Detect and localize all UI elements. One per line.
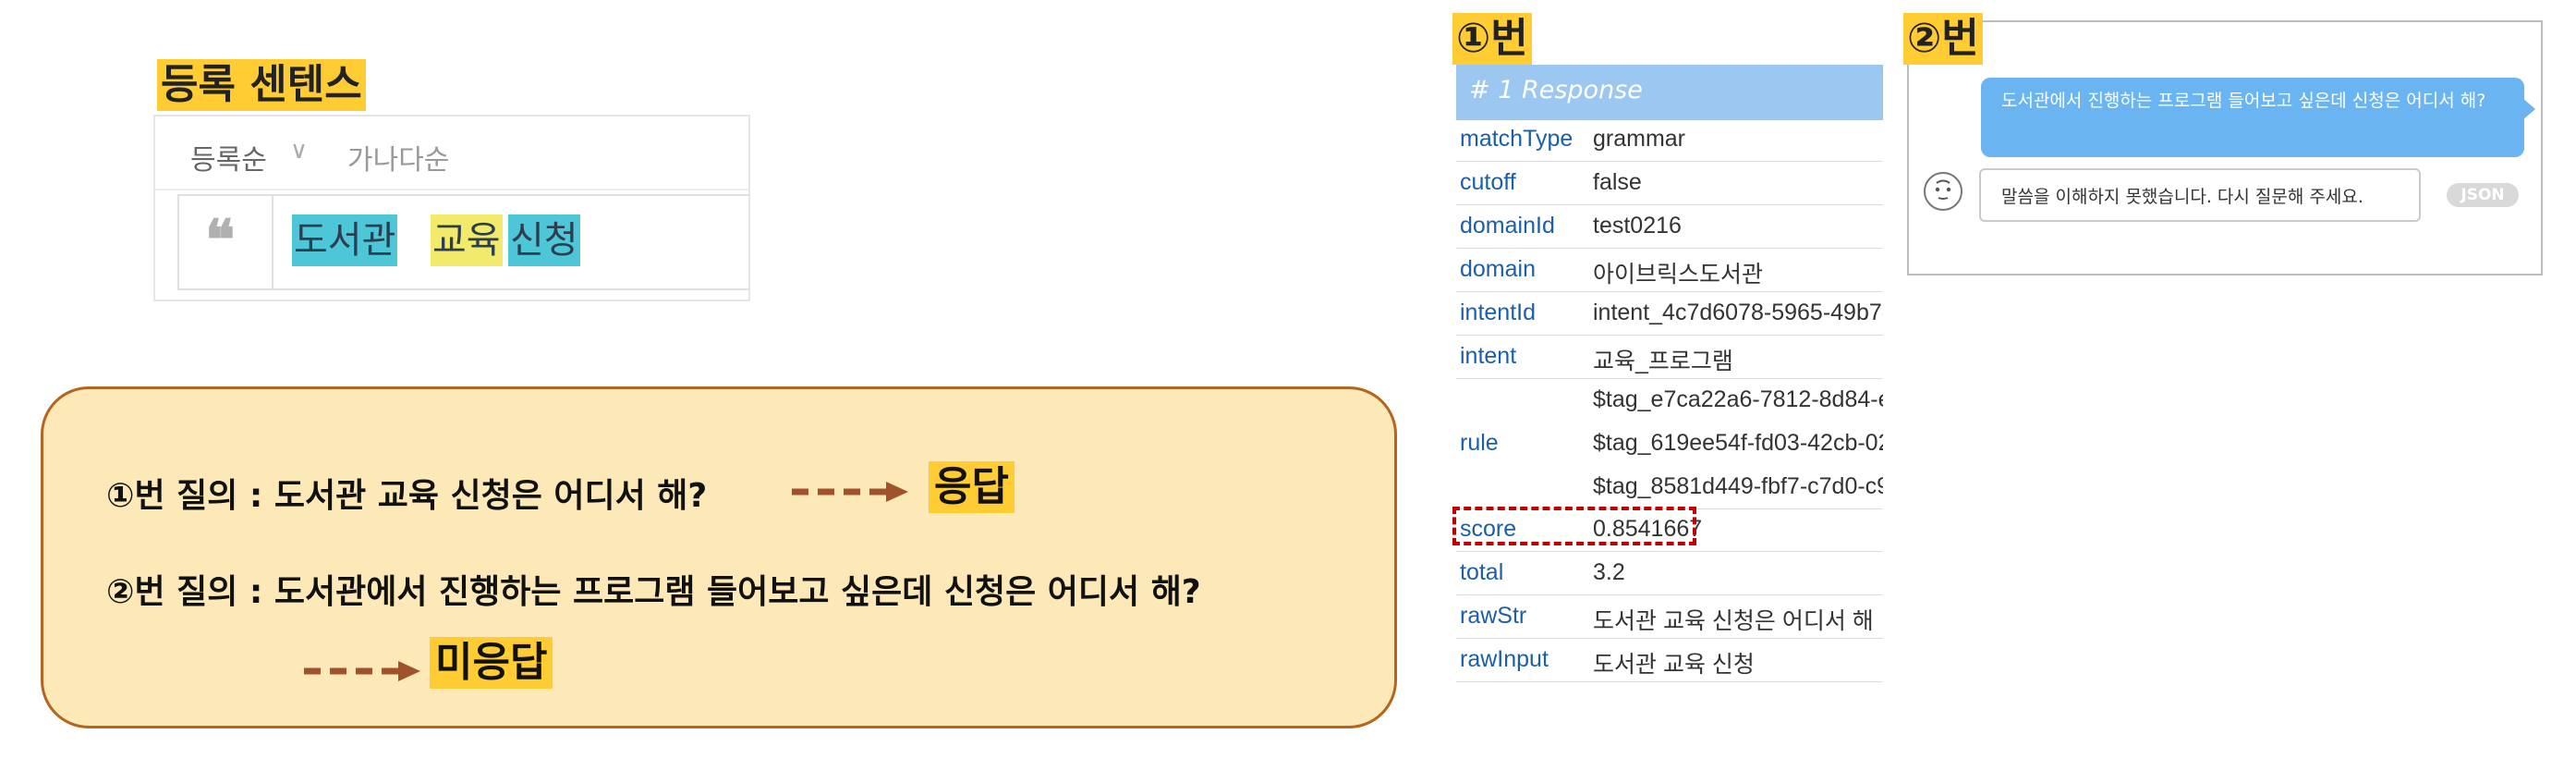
- response-value: intent_4c7d6078-5965-49b7-adb1: [1593, 300, 1883, 325]
- response-key: intent: [1460, 343, 1517, 369]
- sort-registered-option[interactable]: 등록순: [190, 137, 267, 177]
- response-value: 교육_프로그램: [1593, 349, 1733, 374]
- response-value: false: [1593, 169, 1642, 195]
- entity-chip: 신청: [508, 214, 580, 266]
- response-value: $tag_8581d449-fbf7-c7d0-c9ca-1(: [1593, 473, 1883, 499]
- quote-cell: ❝: [179, 196, 273, 288]
- response-key: intentId: [1460, 300, 1537, 325]
- bot-message-bubble: 말씀을 이해하지 못했습니다. 다시 질문해 주세요.: [1979, 168, 2421, 222]
- response-value: 3.2: [1593, 559, 1625, 585]
- response-value: 도서관 교육 신청은 어디서 해: [1593, 608, 1874, 634]
- response-key: total: [1460, 559, 1504, 585]
- response-value: 아이브릭스도서관: [1593, 262, 1764, 288]
- response-key: matchType: [1460, 126, 1574, 152]
- query-2-text: ②번 질의 : 도서관에서 진행하는 프로그램 들어보고 싶은데 신청은 어디서…: [106, 573, 1201, 611]
- sentence-row[interactable]: ❝ 도서관 교육 신청: [177, 194, 750, 290]
- registered-sentence-title: 등록 센텐스: [157, 59, 366, 111]
- response-header: # 1 Response: [1456, 65, 1883, 120]
- entity-chip: 교육: [431, 214, 503, 266]
- bot-avatar-icon: [1924, 172, 1962, 211]
- dashed-arrow-icon: [304, 661, 420, 681]
- response-key: domainId: [1460, 213, 1555, 239]
- response-title: # 1 Response: [1469, 76, 1643, 104]
- chevron-down-icon[interactable]: ∨: [290, 137, 308, 165]
- user-message-bubble: 도서관에서 진행하는 프로그램 들어보고 싶은데 신청은 어디서 해?: [1981, 78, 2524, 157]
- bot-message-text: 말씀을 이해하지 못했습니다. 다시 질문해 주세요.: [2001, 187, 2363, 207]
- quote-icon: ❝: [205, 208, 236, 273]
- sort-alphabetical-option[interactable]: 가나다순: [347, 137, 449, 177]
- sort-bar: 등록순 ∨ 가나다순: [155, 116, 748, 190]
- query-2-result: 미응답: [430, 637, 553, 689]
- score-highlight-box: [1452, 507, 1696, 545]
- response-key: rawInput: [1460, 646, 1549, 672]
- query-1-result: 응답: [929, 461, 1015, 513]
- response-value: $tag_619ee54f-fd03-42cb-02ee-15: [1593, 430, 1883, 456]
- json-button[interactable]: JSON: [2447, 183, 2519, 207]
- user-message-text: 도서관에서 진행하는 프로그램 들어보고 싶은데 신청은 어디서 해?: [2001, 91, 2486, 111]
- query-explanation-box: ①번 질의 : 도서관 교육 신청은 어디서 해? 응답 ②번 질의 : 도서관…: [41, 386, 1397, 728]
- response-value: $tag_e7ca22a6-7812-8d84-ead7-6: [1593, 386, 1883, 412]
- dashed-arrow-icon: [792, 482, 908, 502]
- panel-2-label: ②번: [1903, 13, 1983, 65]
- query-1-text: ①번 질의 : 도서관 교육 신청은 어디서 해?: [106, 477, 708, 515]
- response-key: rule: [1460, 430, 1499, 456]
- response-key: cutoff: [1460, 169, 1516, 195]
- panel-1-label: ①번: [1452, 13, 1532, 65]
- chat-panel: 도서관에서 진행하는 프로그램 들어보고 싶은데 신청은 어디서 해? 말씀을 …: [1907, 20, 2543, 275]
- response-key: domain: [1460, 256, 1536, 282]
- response-value: grammar: [1593, 126, 1686, 152]
- response-value: test0216: [1593, 213, 1682, 239]
- entity-chip: 도서관: [292, 214, 398, 266]
- response-value: 도서관 교육 신청: [1593, 652, 1755, 678]
- registered-sentence-panel: 등록순 ∨ 가나다순 ❝ 도서관 교육 신청: [153, 115, 750, 301]
- response-key: rawStr: [1460, 603, 1527, 629]
